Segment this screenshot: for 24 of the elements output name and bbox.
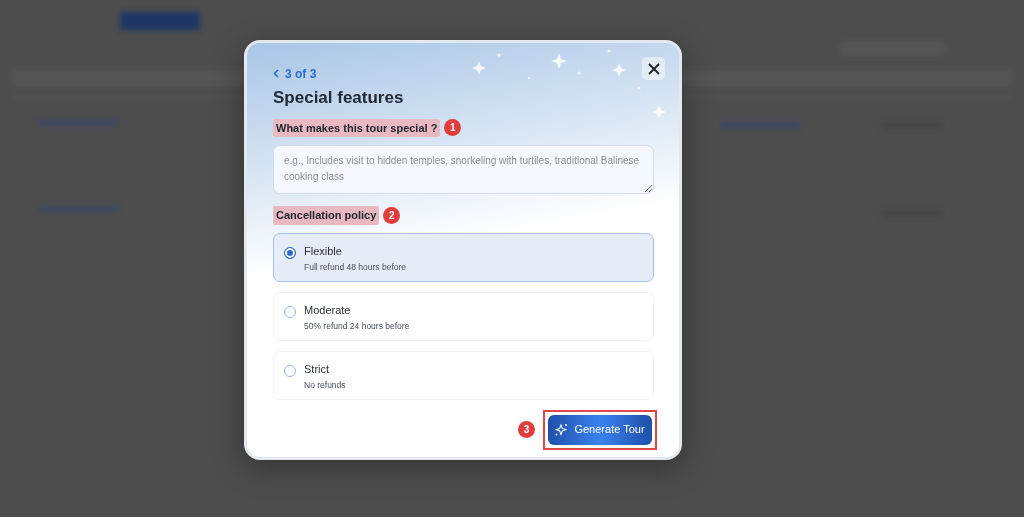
option-description: 50% refund 24 hours before xyxy=(304,319,410,333)
policy-option[interactable]: Flexible Full refund 48 hours before xyxy=(273,232,654,282)
radio-button[interactable] xyxy=(284,246,296,259)
option-description: No refunds xyxy=(304,378,346,392)
policy-option[interactable]: Strict No refunds xyxy=(273,350,654,400)
sparkle-icon xyxy=(555,423,569,436)
option-title: Flexible xyxy=(304,244,343,258)
description-field[interactable]: e.g., Includes visit to hidden temples, snorkeling with turtiles, traditional Balinese cooking class xyxy=(273,145,654,194)
option-title: Strict xyxy=(304,362,331,376)
policy-option[interactable]: Moderate 50% refund 24 hours before xyxy=(273,291,654,341)
field-label: What makes this tour special ? xyxy=(273,118,441,137)
close-icon xyxy=(647,62,660,75)
field-label: Cancellation policy xyxy=(273,206,380,225)
option-title: Moderate xyxy=(304,303,352,317)
close-button[interactable] xyxy=(642,57,665,80)
step-marker: 3 xyxy=(518,421,535,438)
generate-tour-button[interactable]: Generate Tour xyxy=(548,414,652,445)
option-description: Full refund 48 hours before xyxy=(304,260,407,274)
chevron-left-icon xyxy=(273,69,279,78)
radio-button[interactable] xyxy=(284,364,296,377)
step-marker: 1 xyxy=(444,119,462,137)
dialog-title: Special features xyxy=(273,87,405,109)
step-marker: 2 xyxy=(383,206,401,224)
radio-button[interactable] xyxy=(284,305,296,318)
